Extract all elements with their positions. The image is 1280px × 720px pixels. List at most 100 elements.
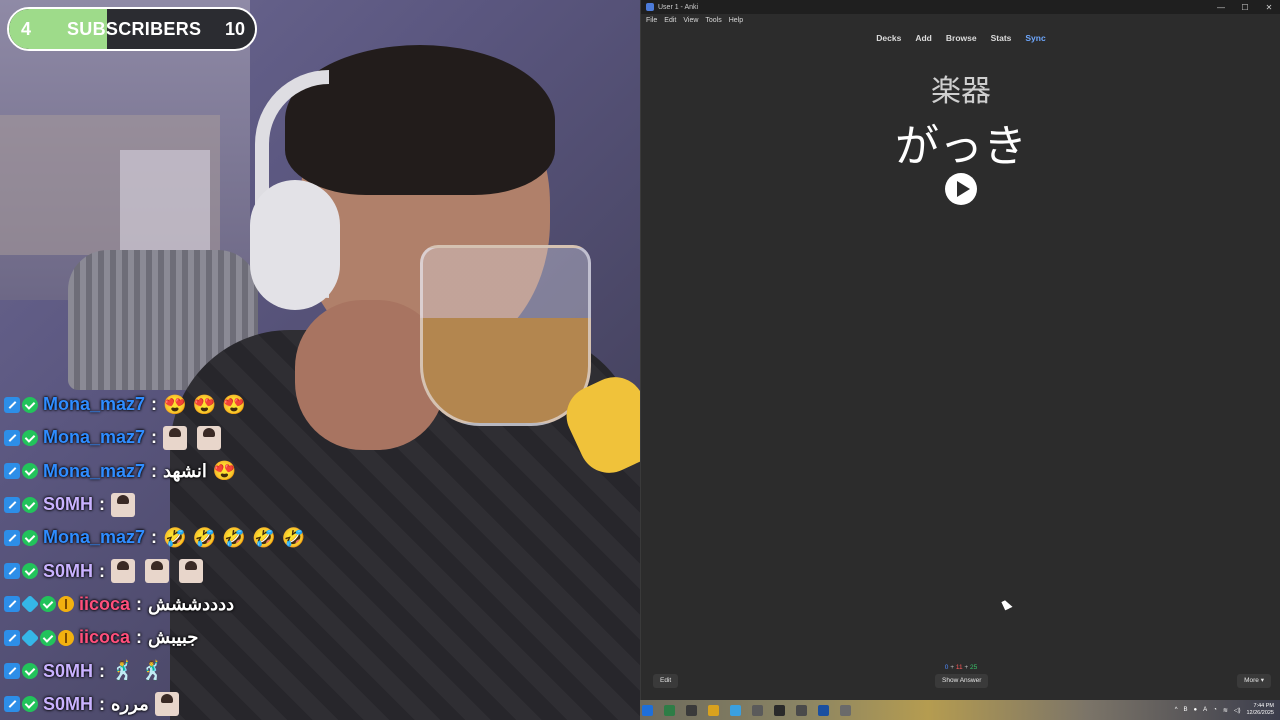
chat-message: S0MH: مرره: [4, 688, 324, 720]
close-icon[interactable]: ✕: [1257, 3, 1280, 12]
clock-time: 7:44 PM: [1253, 703, 1274, 709]
sync-link[interactable]: Sync: [1025, 33, 1045, 47]
show-answer-button[interactable]: Show Answer: [935, 674, 989, 688]
minimize-icon[interactable]: —: [1209, 3, 1233, 12]
cube-badge-icon: [20, 628, 40, 647]
chat-separator: :: [151, 527, 158, 548]
check-badge-icon: [22, 563, 38, 580]
chat-username[interactable]: iicoca: [79, 594, 130, 615]
chat-text: مرره: [111, 693, 149, 714]
chat-face-emote: [154, 692, 179, 717]
pen-badge-icon: [4, 629, 20, 646]
subscriber-goal: 10: [224, 19, 245, 39]
chat-username[interactable]: S0MH: [43, 661, 93, 682]
card-reading: がっき: [895, 121, 1027, 172]
taskbar-app-icon[interactable]: [730, 704, 741, 716]
taskbar-app-icon[interactable]: [642, 704, 653, 716]
more-button[interactable]: More ▾: [1237, 674, 1271, 688]
chat-message: S0MH:: [4, 488, 324, 521]
taskbar-app-icon[interactable]: [840, 704, 851, 716]
chat-face-emote: [197, 425, 222, 450]
volume-icon[interactable]: ◁): [1234, 707, 1241, 714]
decks-link[interactable]: Decks: [876, 33, 901, 47]
chat-emote: 🤣: [222, 527, 247, 549]
count-plus: +: [950, 664, 954, 671]
chat-message: S0MH: 🕺 🕺: [4, 654, 324, 687]
check-badge-icon: [22, 529, 38, 546]
main-toolbar: Decks Add Browse Stats Sync: [641, 33, 1280, 47]
taskbar-apps: [640, 704, 851, 716]
card-front-kanji: 楽器: [931, 74, 991, 109]
chat-separator: :: [151, 394, 158, 415]
check-badge-icon: [22, 663, 38, 680]
chat-username[interactable]: Mona_maz7: [43, 427, 145, 448]
chat-message: S0MH:: [4, 554, 324, 587]
taskbar-clock[interactable]: 7:44 PM 12/26/2025: [1246, 703, 1274, 717]
anki-window: User 1 - Anki — ☐ ✕ File Edit View Tools…: [640, 0, 1280, 700]
menu-tools[interactable]: Tools: [705, 17, 721, 24]
menu-view[interactable]: View: [683, 17, 698, 24]
tray-clock-icon[interactable]: ◔: [1213, 707, 1217, 713]
pen-badge-icon: [4, 463, 20, 480]
menu-file[interactable]: File: [646, 17, 657, 24]
tray-app-icon[interactable]: B: [1184, 707, 1188, 713]
chat-username[interactable]: Mona_maz7: [43, 527, 145, 548]
taskbar-app-icon[interactable]: [818, 704, 829, 716]
chat-emote: 🤣: [192, 527, 217, 549]
tray-font-icon[interactable]: A: [1203, 707, 1207, 713]
menu-help[interactable]: Help: [729, 17, 743, 24]
chat-separator: :: [151, 427, 158, 448]
maximize-icon[interactable]: ☐: [1233, 3, 1257, 12]
taskbar-app-icon[interactable]: [752, 704, 763, 716]
chat-separator: :: [151, 460, 158, 481]
menu-edit[interactable]: Edit: [664, 17, 676, 24]
browse-link[interactable]: Browse: [946, 33, 977, 47]
chat-separator: :: [99, 560, 106, 581]
pen-badge-icon: [4, 529, 20, 546]
tray-mic-icon[interactable]: ●: [1194, 707, 1198, 713]
check-badge-icon: [22, 696, 38, 713]
pen-badge-icon: [4, 496, 20, 513]
taskbar-app-icon[interactable]: [664, 704, 675, 716]
chat-username[interactable]: S0MH: [43, 694, 93, 715]
chat-message: Mona_maz7: 😍 😍 😍: [4, 388, 324, 421]
anki-app-icon: [646, 3, 654, 11]
chat-username[interactable]: S0MH: [43, 494, 93, 515]
taskbar-app-icon[interactable]: [708, 704, 719, 716]
clock-date: 12/26/2025: [1246, 710, 1274, 716]
chat-emote: 😍: [212, 461, 237, 483]
headphones-cup: [250, 180, 340, 310]
subscriber-current: 4: [21, 19, 32, 39]
chat-emote: 🕺: [111, 661, 135, 683]
chat-emote: 🤣: [163, 527, 187, 549]
chat-username[interactable]: Mona_maz7: [43, 461, 145, 482]
check-badge-icon: [22, 496, 38, 513]
review-count: 25: [969, 664, 978, 671]
chat-username[interactable]: Mona_maz7: [43, 394, 145, 415]
stats-link[interactable]: Stats: [991, 33, 1012, 47]
edit-button[interactable]: Edit: [653, 674, 679, 688]
pen-badge-icon: [4, 396, 20, 413]
cube-badge-icon: [20, 595, 40, 614]
gift-badge-icon: [58, 629, 74, 646]
chat-message: Mona_maz7: 🤣 🤣 🤣 🤣 🤣: [4, 521, 324, 554]
window-title: User 1 - Anki: [658, 3, 699, 11]
wifi-icon[interactable]: ≋: [1223, 707, 1228, 714]
chat-username[interactable]: iicoca: [79, 627, 130, 648]
chat-separator: :: [99, 660, 106, 681]
chat-emote: 😍: [222, 394, 247, 416]
due-counts: 0 + 11 + 25: [641, 664, 1280, 671]
title-bar[interactable]: User 1 - Anki — ☐ ✕: [641, 0, 1280, 14]
chat-face-emote: [111, 492, 136, 517]
tray-expand-icon[interactable]: ^: [1175, 707, 1178, 713]
taskbar-app-icon[interactable]: [686, 704, 697, 716]
taskbar-app-icon[interactable]: [796, 704, 807, 716]
check-badge-icon: [40, 629, 56, 646]
play-audio-icon[interactable]: [945, 173, 977, 205]
chat-overlay: Mona_maz7: 😍 😍 😍 Mona_maz7: Mona_maz7: انشهد 😍 S…: [4, 388, 324, 720]
check-badge-icon: [22, 396, 38, 413]
chat-username[interactable]: S0MH: [43, 561, 93, 582]
subscriber-label: SUBSCRIBERS: [67, 19, 202, 39]
taskbar-app-icon[interactable]: [774, 704, 785, 716]
add-link[interactable]: Add: [915, 33, 932, 47]
